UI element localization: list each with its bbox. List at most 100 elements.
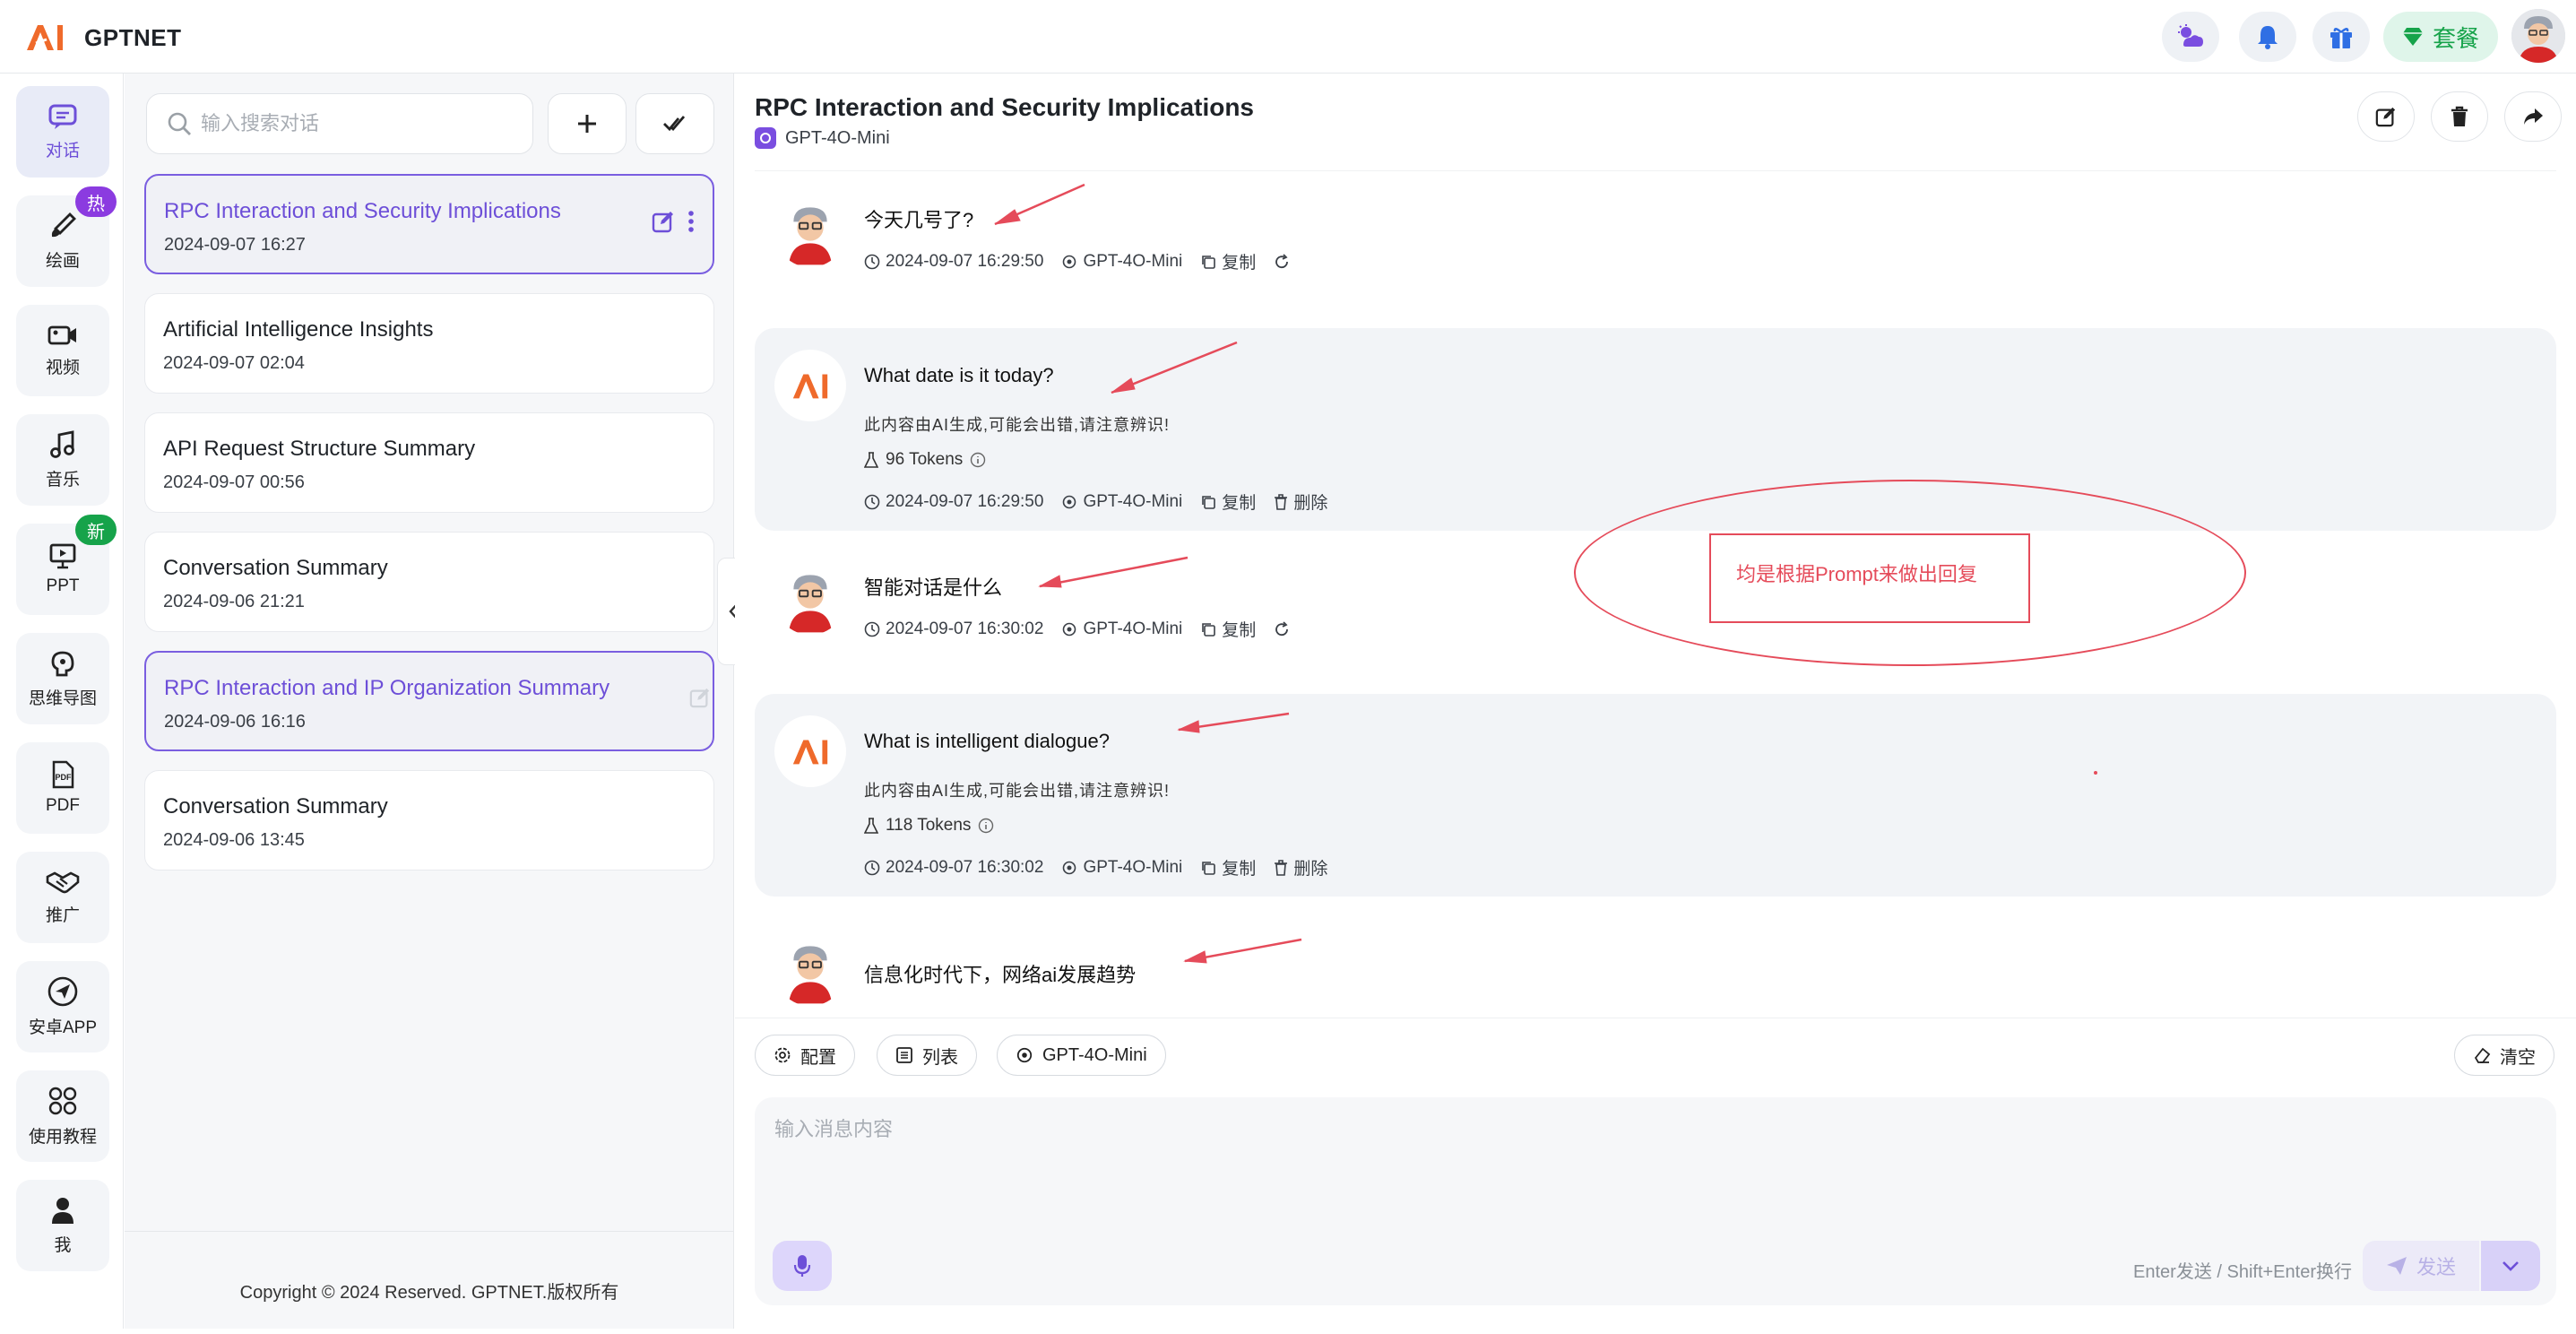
hot-badge: 热 [75,186,117,217]
conversation-item[interactable]: Conversation Summary 2024-09-06 13:45 [144,770,714,871]
conversation-time: 2024-09-06 13:45 [163,830,305,850]
handshake-icon [46,871,80,893]
footer-divider [125,1231,734,1232]
conversation-title: Artificial Intelligence Insights [163,317,434,342]
gift-icon [2330,28,2352,48]
user-icon [52,1197,73,1224]
plus-icon [578,115,596,133]
send-icon [48,976,78,1006]
list-button[interactable]: 列表 [877,1035,977,1076]
conversation-title: Conversation Summary [163,794,388,819]
gear-icon [774,1047,791,1063]
more-vertical-icon[interactable] [687,211,695,232]
nav-item-android[interactable]: 安卓APP [16,961,109,1052]
send-plane-icon [2386,1257,2407,1275]
conversation-item[interactable]: Artificial Intelligence Insights 2024-09… [144,293,714,394]
nav-label-music: 音乐 [45,470,80,489]
nav-label-video: 视频 [45,358,80,377]
pdf-icon: PDF [52,760,74,789]
search-icon [168,112,191,135]
brand-name: GPTNET [84,24,182,51]
nav-label-draw: 绘画 [45,251,80,271]
edit-icon[interactable] [652,210,675,233]
send-button[interactable]: 发送 [2363,1241,2479,1291]
diamond-icon [2402,28,2423,46]
notification-button[interactable] [2239,12,2296,62]
conversation-time: 2024-09-07 16:27 [164,235,306,255]
user-avatar[interactable] [2511,9,2565,63]
top-bar: GPTNET 套餐 [0,0,2576,74]
clear-button[interactable]: 清空 [2454,1035,2554,1076]
nav-label-android: 安卓APP [28,1018,98,1037]
nav-item-music[interactable]: 音乐 [16,414,109,506]
nav-label-tutorial: 使用教程 [28,1127,97,1147]
conversation-list-panel: RPC Interaction and Security Implication… [125,74,734,1329]
video-icon [48,325,76,344]
copyright-footer: Copyright © 2024 Reserved. GPTNET.版权所有 [239,1283,619,1303]
send-options-button[interactable] [2481,1241,2540,1291]
nav-label-chat: 对话 [45,141,80,160]
eraser-icon [2474,1047,2491,1063]
nav-item-chat[interactable]: 对话 [16,86,109,178]
brain-icon [51,651,74,676]
conversation-item[interactable]: API Request Structure Summary 2024-09-07… [144,412,714,513]
nav-label-mindmap: 思维导图 [28,689,97,708]
select-chats-button[interactable] [635,93,714,154]
conversation-title: Conversation Summary [163,556,388,580]
annotation-box: 均是根据Prompt来做出回复 [1709,533,2030,623]
double-check-icon [663,116,686,132]
voice-input-button[interactable] [773,1241,832,1291]
svg-text:PDF: PDF [56,773,73,782]
theme-button[interactable] [2162,12,2219,62]
list-icon [896,1047,912,1063]
conversation-item[interactable]: Conversation Summary 2024-09-06 21:21 [144,532,714,632]
conversation-actions [652,210,695,233]
nav-item-ppt[interactable]: PPT 新 [16,515,117,615]
nav-item-draw[interactable]: 绘画 热 [16,186,117,287]
annotation-text: 均是根据Prompt来做出回复 [1736,563,1977,585]
conversation-time: 2024-09-06 16:16 [164,712,306,732]
weather-icon [2178,24,2203,47]
user-avatar-icon [2511,9,2565,63]
conversation-time: 2024-09-06 21:21 [163,592,305,611]
nav-item-me[interactable]: 我 [16,1180,109,1271]
chat-main: RPC Interaction and Security Implication… [735,74,2576,1329]
message-composer: Enter发送 / Shift+Enter换行 发送 [755,1097,2556,1305]
edit-icon[interactable] [689,687,711,708]
brush-icon [51,212,76,237]
conversation-time: 2024-09-07 02:04 [163,353,305,373]
openai-icon [1016,1047,1033,1063]
search-input[interactable] [201,107,514,141]
conversation-actions [689,687,711,708]
conversation-item[interactable]: RPC Interaction and Security Implication… [144,174,714,274]
nav-label-me: 我 [54,1235,72,1255]
new-badge: 新 [75,515,117,545]
left-navigation: 对话 绘画 热 视频 音乐 PPT 新 思维导图 PDF PDF 推广 安卓AP… [0,74,124,1329]
config-button[interactable]: 配置 [755,1035,855,1076]
plan-label: 套餐 [2432,24,2479,52]
chevron-down-icon [2503,1261,2519,1271]
plan-button[interactable]: 套餐 [2383,12,2498,62]
microphone-icon [793,1255,811,1277]
conversation-title: RPC Interaction and Security Implication… [164,199,561,223]
nav-item-tutorial[interactable]: 使用教程 [16,1070,109,1162]
conversation-time: 2024-09-07 00:56 [163,472,305,492]
nav-item-video[interactable]: 视频 [16,305,109,396]
new-chat-button[interactable] [548,93,627,154]
nav-label-promo: 推广 [45,905,80,925]
send-hint: Enter发送 / Shift+Enter换行 [2133,1262,2352,1282]
message-input[interactable] [774,1113,2531,1239]
gift-button[interactable] [2312,12,2370,62]
presentation-icon [49,543,76,569]
ai-logo-icon[interactable] [23,20,66,54]
grid-circles-icon [48,1087,77,1114]
model-select-button[interactable]: GPT-4O-Mini [997,1035,1166,1076]
nav-label-ppt: PPT [46,576,80,595]
chat-icon [48,104,77,129]
nav-item-pdf[interactable]: PDF PDF [16,742,109,834]
conversation-item[interactable]: RPC Interaction and IP Organization Summ… [144,651,714,751]
nav-item-promo[interactable]: 推广 [16,852,109,943]
nav-item-mindmap[interactable]: 思维导图 [16,633,109,724]
nav-label-pdf: PDF [46,796,80,815]
conversation-title: API Request Structure Summary [163,437,476,461]
